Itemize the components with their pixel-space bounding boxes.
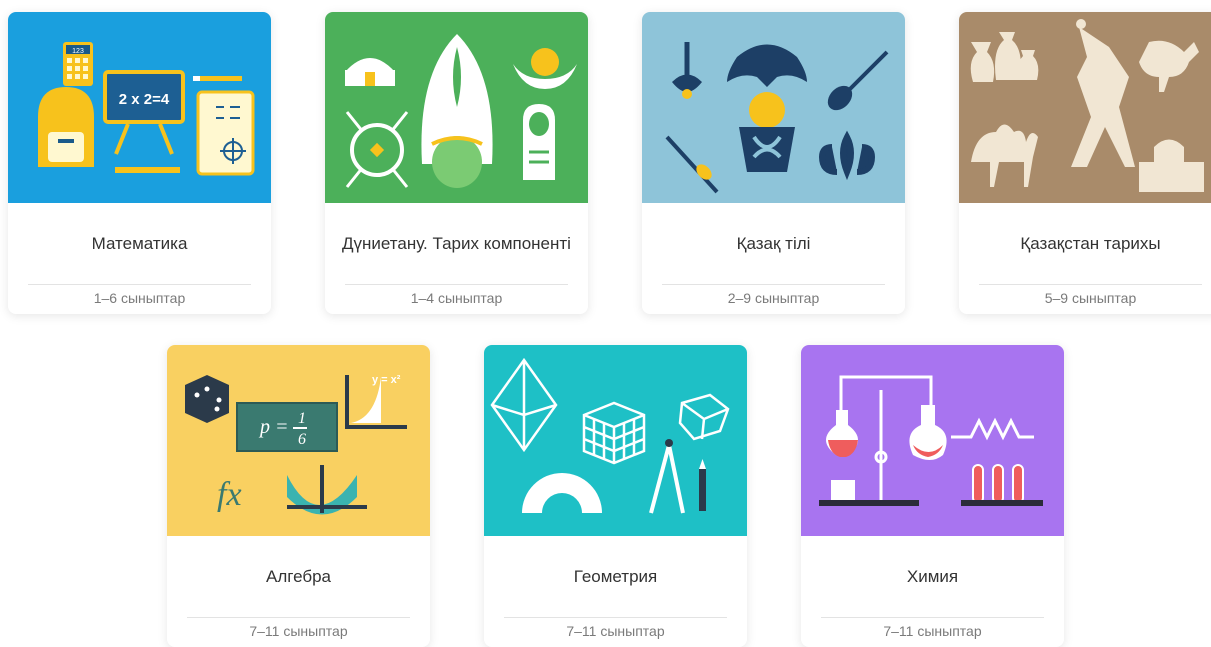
divider	[345, 284, 568, 285]
svg-text:2 x 2=4: 2 x 2=4	[119, 91, 170, 108]
divider	[662, 284, 885, 285]
svg-text:123: 123	[72, 48, 84, 55]
divider	[821, 617, 1044, 618]
svg-text:p =: p =	[258, 416, 289, 438]
divider	[28, 284, 251, 285]
geometry-illustration	[484, 345, 747, 536]
divider	[504, 617, 727, 618]
subject-card-kazakh-language[interactable]: Қазақ тілі 2–9 сыныптар	[642, 12, 905, 314]
subject-title: Дүниетану. Тарих компоненті	[342, 234, 571, 253]
kazakh-language-illustration	[642, 12, 905, 203]
history-world-illustration	[325, 12, 588, 203]
subject-card-mathematics[interactable]: 123 2 x 2=4 Математика 1–6 сыныптар	[8, 12, 271, 314]
subject-card-algebra[interactable]: p = 1 6 y = x² fx Алгебра 7–11 сыныптар	[167, 345, 430, 647]
kazakhstan-history-illustration	[959, 12, 1211, 203]
svg-text:y = x²: y = x²	[372, 374, 401, 386]
grade-range: 1–6 сыныптар	[93, 290, 186, 306]
subject-title: Қазақстан тарихы	[1020, 234, 1161, 253]
grade-range: 1–4 сыныптар	[410, 290, 503, 306]
subject-title: Геометрия	[573, 567, 658, 586]
subject-card-chemistry[interactable]: Химия 7–11 сыныптар	[801, 345, 1064, 647]
math-illustration: 123 2 x 2=4	[8, 12, 271, 203]
svg-text:1: 1	[298, 410, 306, 427]
subject-title: Химия	[906, 567, 959, 586]
algebra-illustration: p = 1 6 y = x² fx	[167, 345, 430, 536]
subject-card-world-history[interactable]: Дүниетану. Тарих компоненті 1–4 сыныптар	[325, 12, 588, 314]
subject-title: Қазақ тілі	[736, 234, 811, 253]
chemistry-illustration	[801, 345, 1064, 536]
grade-range: 5–9 сыныптар	[1044, 290, 1137, 306]
subject-card-kazakhstan-history[interactable]: Қазақстан тарихы 5–9 сыныптар	[959, 12, 1211, 314]
divider	[979, 284, 1202, 285]
subject-title: Алгебра	[266, 567, 331, 586]
subject-card-geometry[interactable]: Геометрия 7–11 сыныптар	[484, 345, 747, 647]
subject-title: Математика	[91, 234, 188, 253]
grade-range: 2–9 сыныптар	[727, 290, 820, 306]
svg-text:fx: fx	[217, 476, 242, 513]
svg-text:6: 6	[298, 431, 306, 448]
divider	[187, 617, 410, 618]
